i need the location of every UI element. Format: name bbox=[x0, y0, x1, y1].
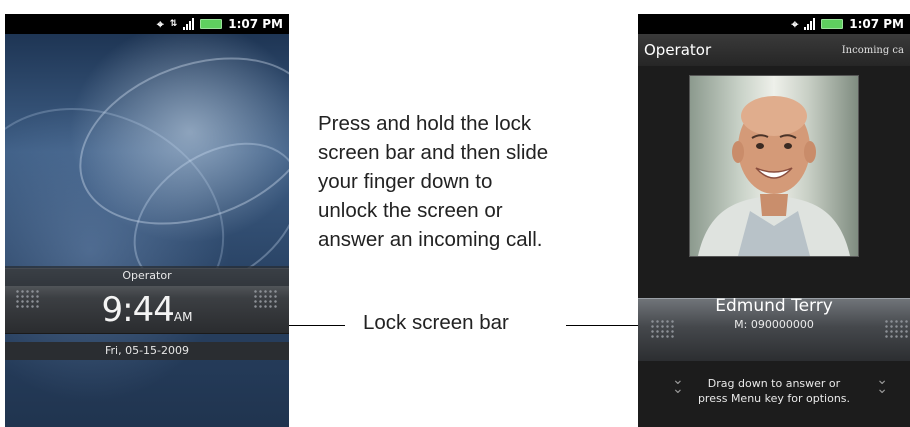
drag-hint-line: press Menu key for options. bbox=[697, 392, 851, 405]
battery-icon bbox=[821, 19, 844, 29]
instruction-text: Press and hold the lock screen bar and t… bbox=[318, 112, 549, 251]
operator-label: Operator bbox=[644, 41, 712, 59]
lock-clock: 9:44AM bbox=[5, 290, 289, 330]
gps-icon: ⌖ bbox=[791, 16, 799, 31]
signal-icon bbox=[183, 18, 195, 30]
data-transfer-icon: ⇅ bbox=[169, 19, 178, 29]
status-bar: ⌖ 1:07 PM bbox=[638, 14, 910, 34]
battery-icon bbox=[200, 19, 223, 29]
callout-line-left bbox=[289, 325, 345, 326]
caller-number: M: 090000000 bbox=[734, 318, 814, 331]
chevron-down-icon: ⌄ ⌄ bbox=[876, 372, 888, 397]
operator-label: Operator bbox=[5, 266, 289, 286]
callout-line-right bbox=[566, 325, 638, 326]
callout-label: Lock screen bar bbox=[363, 311, 509, 334]
caller-name: Edmund Terry bbox=[715, 296, 833, 316]
call-status: Incoming ca bbox=[841, 44, 904, 56]
lock-screen-phone: ⌖ ⇅ 1:07 PM Operator 9:44AM Fri, 05-15-2… bbox=[5, 14, 289, 427]
incoming-call-phone: ⌖ 1:07 PM Operator Incoming ca Edmund Te… bbox=[638, 14, 910, 427]
call-header: Operator Incoming ca bbox=[638, 34, 910, 66]
drag-hint-line: Drag down to answer or bbox=[707, 377, 841, 390]
clock-ampm: AM bbox=[173, 310, 193, 324]
clock-time: 9:44 bbox=[101, 290, 175, 330]
lock-date: Fri, 05-15-2009 bbox=[5, 342, 289, 360]
status-bar: ⌖ ⇅ 1:07 PM bbox=[5, 14, 289, 34]
drag-hint: Drag down to answer or press Menu key fo… bbox=[638, 376, 910, 406]
status-time: 1:07 PM bbox=[228, 17, 283, 31]
person-avatar-icon bbox=[698, 96, 850, 256]
gps-icon: ⌖ bbox=[156, 16, 164, 31]
status-time: 1:07 PM bbox=[849, 17, 904, 31]
caller-photo bbox=[690, 76, 858, 256]
wallpaper bbox=[5, 26, 289, 427]
signal-icon bbox=[804, 18, 816, 30]
